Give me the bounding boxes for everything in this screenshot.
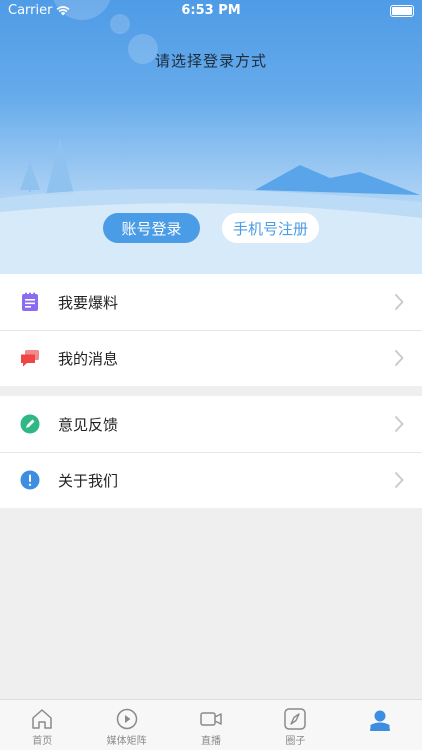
menu-group-secondary: 意见反馈 关于我们: [0, 396, 422, 508]
tab-label: 媒体矩阵: [106, 736, 147, 747]
chevron-right-icon: [394, 471, 404, 489]
menu-label: 我要爆料: [58, 293, 119, 312]
pencil-icon: [20, 414, 40, 434]
menu-label: 关于我们: [58, 471, 119, 490]
tab-bar: 首页 媒体矩阵 直播 圈子: [0, 699, 422, 750]
menu-item-feedback[interactable]: 意见反馈: [0, 396, 422, 452]
tab-label: 直播: [201, 736, 222, 747]
play-icon: [116, 708, 137, 730]
menu-label: 我的消息: [58, 349, 119, 368]
status-time: 6:53 PM: [181, 3, 241, 18]
notepad-icon: [20, 292, 40, 312]
compass-icon: [284, 708, 307, 730]
battery-icon: [390, 5, 414, 17]
tab-home[interactable]: 首页: [0, 700, 84, 750]
account-login-button[interactable]: 账号登录: [103, 213, 200, 243]
status-bar: Carrier 6:53 PM: [0, 0, 422, 22]
tab-media-matrix[interactable]: 媒体矩阵: [84, 700, 168, 750]
tab-circle[interactable]: 圈子: [253, 700, 337, 750]
tab-live[interactable]: 直播: [169, 700, 253, 750]
menu-item-messages[interactable]: 我的消息: [0, 330, 422, 386]
login-header: Carrier 6:53 PM 请选择登录方式 账号登录 手机号注册: [0, 0, 422, 274]
menu-label: 意见反馈: [58, 415, 119, 434]
chevron-right-icon: [394, 293, 404, 311]
landscape-illustration: [0, 138, 422, 274]
chevron-right-icon: [394, 349, 404, 367]
menu-item-about[interactable]: 关于我们: [0, 452, 422, 508]
home-icon: [32, 709, 52, 729]
tab-label: 圈子: [285, 736, 306, 747]
tab-profile[interactable]: [338, 700, 422, 750]
phone-register-button[interactable]: 手机号注册: [222, 213, 319, 243]
tab-label: 首页: [32, 736, 53, 747]
page-title: 请选择登录方式: [154, 52, 267, 70]
profile-icon: [369, 710, 390, 731]
video-camera-icon: [200, 712, 222, 726]
chevron-right-icon: [394, 415, 404, 433]
message-icon: [20, 348, 40, 368]
menu-group-primary: 我要爆料 我的消息: [0, 274, 422, 386]
info-icon: [20, 470, 40, 490]
menu-item-report[interactable]: 我要爆料: [0, 274, 422, 330]
